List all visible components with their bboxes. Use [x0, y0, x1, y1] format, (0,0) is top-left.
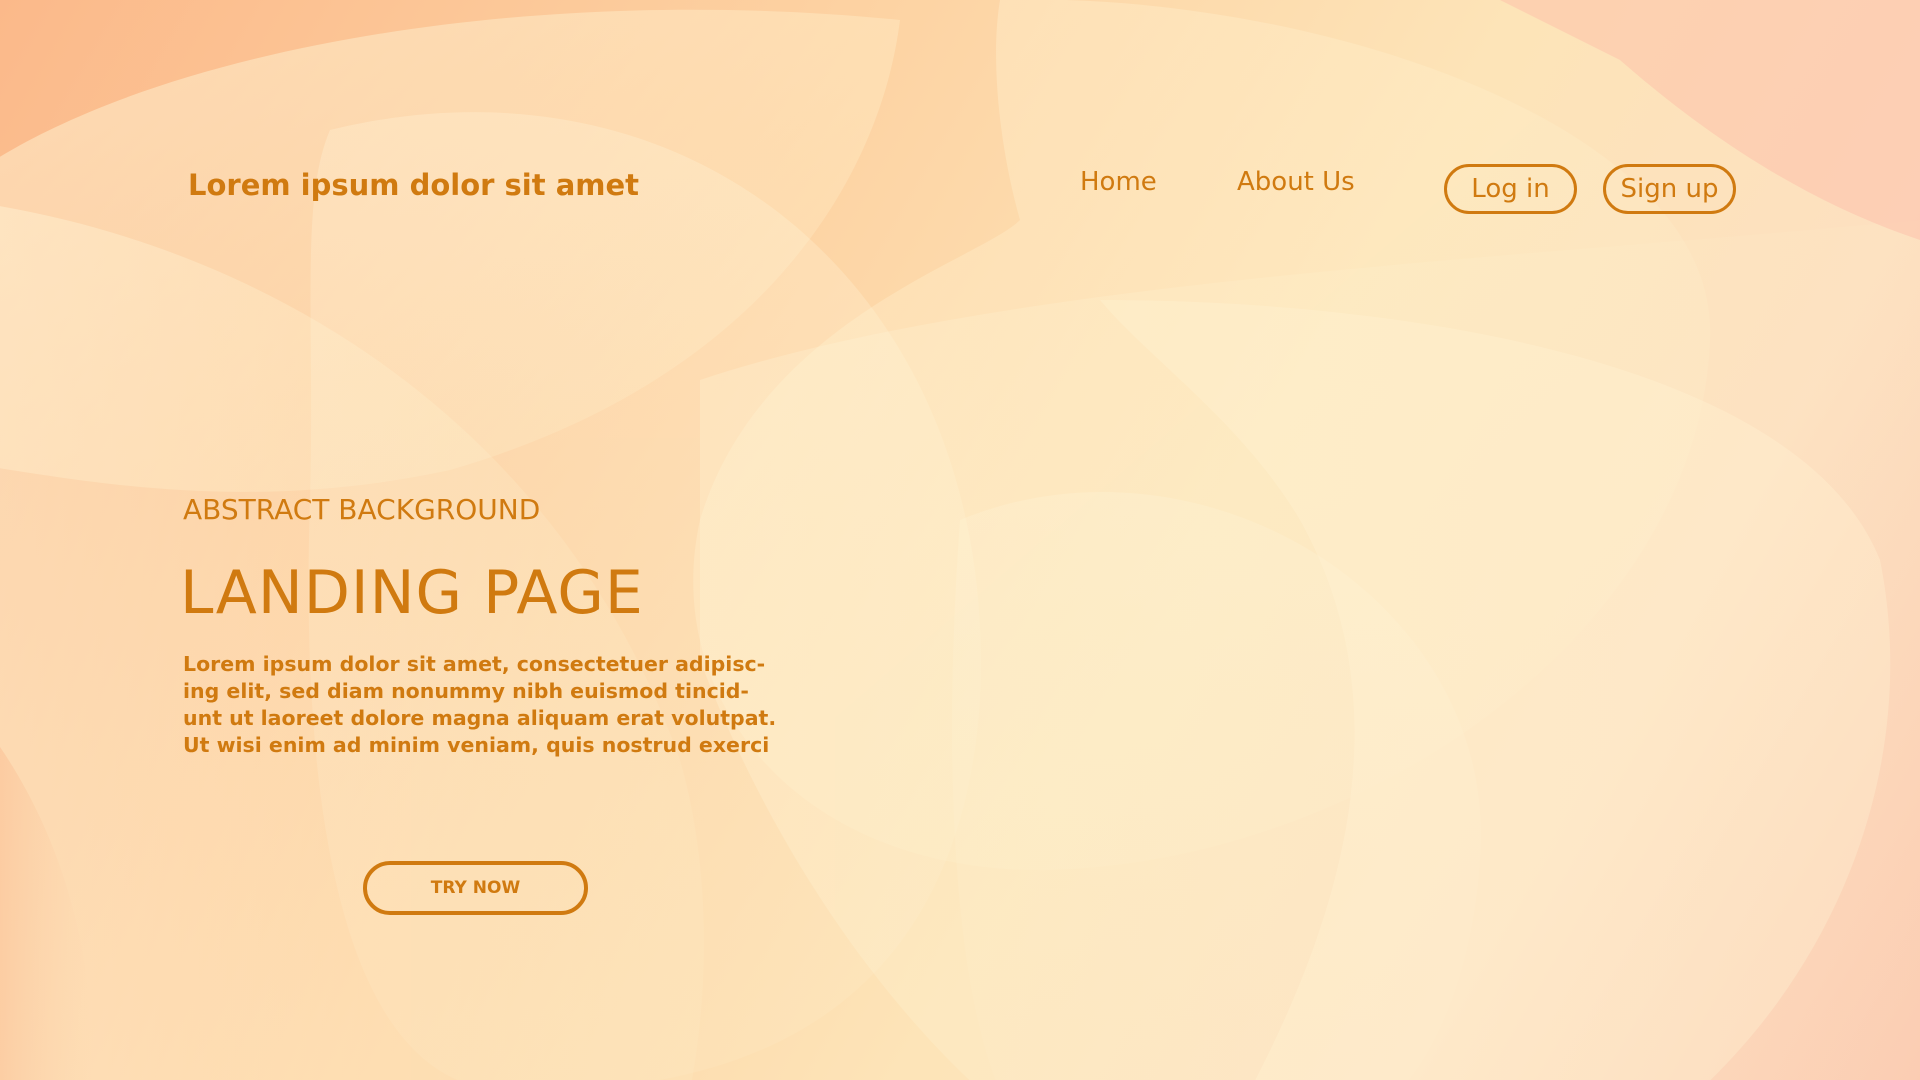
hero-description-line: ing elit, sed diam nonummy nibh euismod … — [183, 679, 749, 703]
try-now-button[interactable]: TRY NOW — [363, 861, 588, 915]
hero-description-line: Ut wisi enim ad minim veniam, quis nostr… — [183, 733, 770, 757]
signup-button[interactable]: Sign up — [1603, 164, 1736, 214]
login-button[interactable]: Log in — [1444, 164, 1577, 214]
hero-title: LANDING PAGE — [180, 558, 644, 628]
brand-title[interactable]: Lorem ipsum dolor sit amet — [188, 168, 639, 202]
landing-page: Lorem ipsum dolor sit amet Home About Us… — [0, 0, 1920, 1080]
nav-home-link[interactable]: Home — [1080, 167, 1157, 197]
hero-description-line: unt ut laoreet dolore magna aliquam erat… — [183, 706, 777, 730]
nav-about-link[interactable]: About Us — [1237, 167, 1355, 197]
hero-description: Lorem ipsum dolor sit amet, consectetuer… — [183, 651, 803, 759]
hero-description-line: Lorem ipsum dolor sit amet, consectetuer… — [183, 652, 766, 676]
hero-eyebrow: ABSTRACT BACKGROUND — [183, 493, 541, 526]
